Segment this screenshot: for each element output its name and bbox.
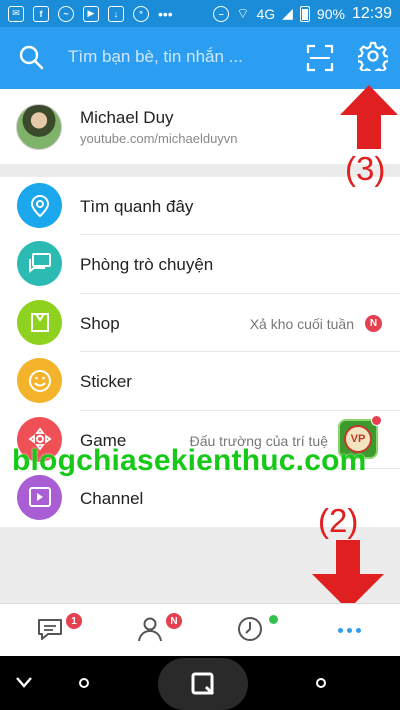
app-header: Tìm bạn bè, tin nhắn ... — [0, 27, 400, 89]
system-nav-bar — [0, 656, 400, 710]
watermark-text: blogchiasekienthuc.com — [12, 444, 367, 477]
video-channel-icon — [17, 474, 62, 520]
menu-item-label: Shop — [80, 313, 120, 333]
timeline-dot — [269, 615, 278, 624]
smiley-icon — [17, 358, 62, 404]
wifi-icon: ⌔ — [236, 4, 250, 21]
new-badge: N — [365, 314, 382, 332]
qr-scan-icon[interactable] — [306, 44, 334, 72]
nav-recents-dot-icon[interactable] — [316, 678, 326, 688]
facebook-icon: f — [33, 5, 49, 22]
tab-messages-chat-icon[interactable] — [35, 614, 65, 644]
tab-timeline-clock-icon[interactable] — [235, 614, 265, 644]
menu-item-label: Phòng trò chuyện — [80, 255, 214, 275]
bottom-tab-bar: 1 N — [0, 603, 400, 656]
tab-contacts-person-icon[interactable] — [135, 614, 165, 644]
shopping-bag-icon — [17, 299, 62, 345]
contacts-badge: N — [166, 613, 182, 629]
signal-icon: ◢ — [282, 5, 293, 21]
dnd-icon: – — [213, 5, 230, 22]
notification-dot — [371, 414, 382, 426]
profile-subtitle: youtube.com/michaelduyvn — [80, 131, 238, 146]
menu-item-label: Tìm quanh đây — [80, 197, 194, 216]
status-bar: ✉ f ~ ▶ ↓ ° ••• – ⌔ 4G ◢ 90% 12:39 — [0, 0, 400, 27]
dots-icon: ••• — [158, 5, 173, 22]
shop-promo-text: Xả kho cuối tuần — [249, 315, 354, 332]
menu-item-shop[interactable]: Shop Xả kho cuối tuần N — [0, 294, 400, 353]
annotation-step-3: (3) — [345, 150, 386, 187]
vpn-icon: ° — [133, 5, 149, 22]
menu-item-label: Sticker — [80, 372, 132, 392]
battery-level: 90% — [316, 5, 345, 22]
menu-item-sticker[interactable]: Sticker — [0, 352, 400, 411]
network-type: 4G — [256, 5, 276, 22]
messenger-icon: ~ — [58, 5, 74, 22]
nav-dot-icon[interactable] — [79, 678, 89, 688]
profile-name: Michael Duy — [80, 108, 174, 127]
tab-more-icon[interactable] — [338, 628, 361, 633]
annotation-step-2: (2) — [318, 502, 359, 539]
location-pin-icon — [17, 183, 62, 228]
avatar — [16, 104, 62, 150]
menu-item-label: Channel — [80, 488, 144, 508]
menu-item-nearby[interactable]: Tìm quanh đây — [0, 177, 400, 236]
annotation-arrow-up-icon — [340, 85, 398, 149]
battery-icon — [299, 5, 310, 22]
chat-rooms-icon — [17, 241, 62, 287]
youtube-icon: ▶ — [83, 5, 99, 22]
search-input[interactable]: Tìm bạn bè, tin nhắn ... — [68, 47, 243, 67]
mail-icon: ✉ — [8, 5, 24, 22]
search-icon[interactable] — [18, 44, 44, 70]
download-icon: ↓ — [108, 5, 124, 22]
clock: 12:39 — [351, 4, 392, 22]
nav-back-chevron-icon[interactable] — [14, 674, 34, 690]
settings-gear-icon[interactable] — [358, 41, 388, 71]
home-square-icon — [191, 672, 215, 696]
messages-badge: 1 — [66, 613, 82, 629]
annotation-arrow-down-icon — [312, 540, 384, 610]
menu-item-chat-rooms[interactable]: Phòng trò chuyện — [0, 235, 400, 294]
nav-home-button[interactable] — [158, 658, 248, 710]
